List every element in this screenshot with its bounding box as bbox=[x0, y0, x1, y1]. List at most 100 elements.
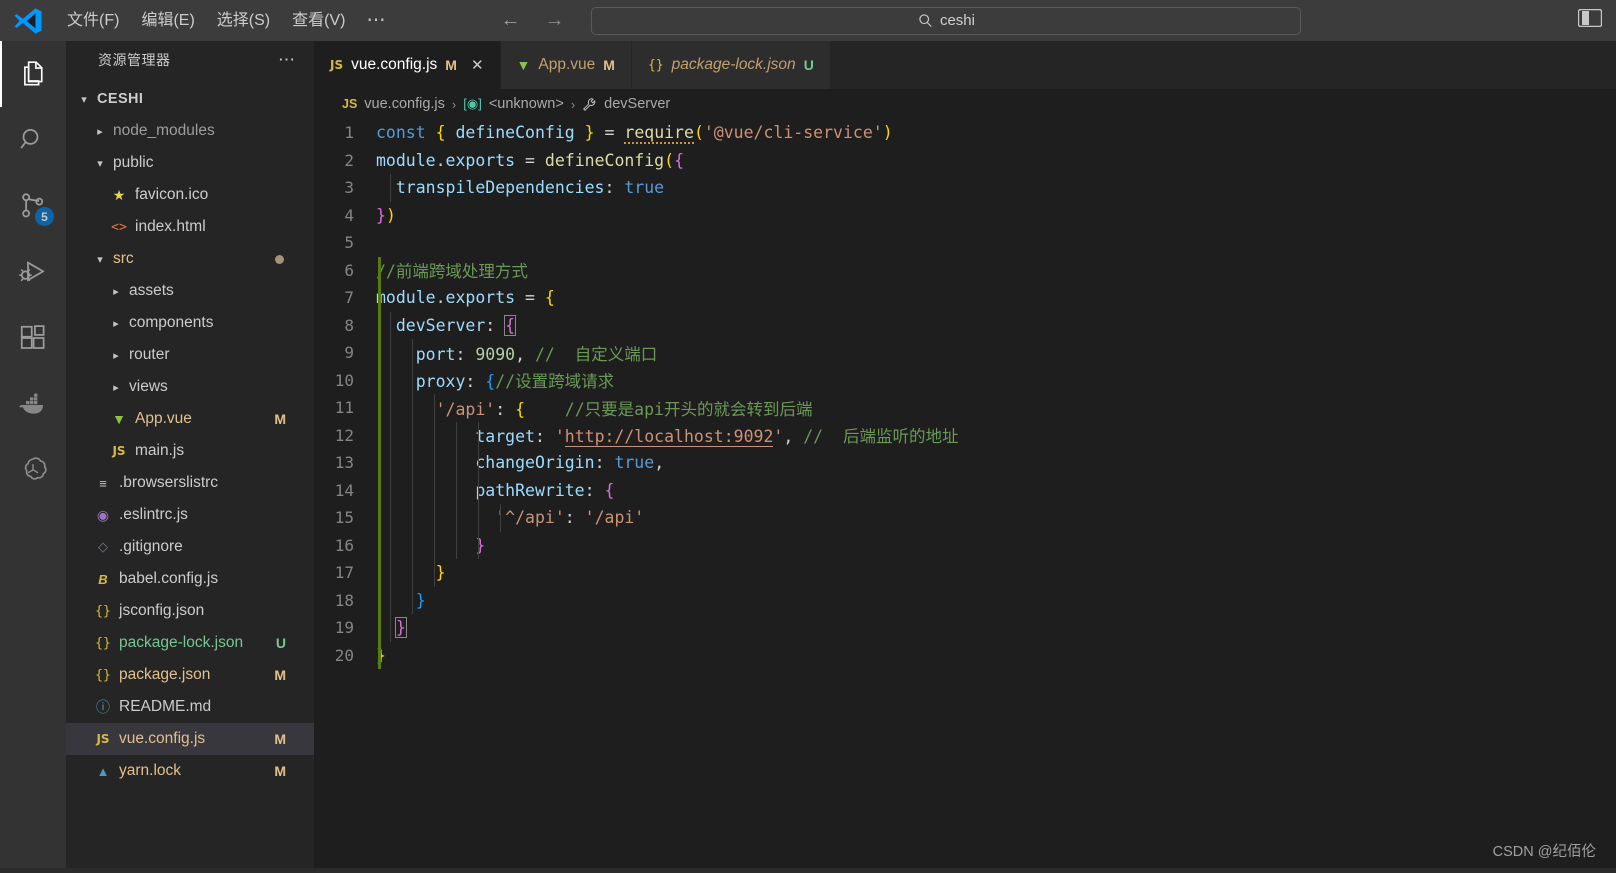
code-line-14: 14 pathRewrite: { bbox=[314, 476, 1616, 504]
code-line-11: 11 '/api': { //只要是api开头的就会转到后端 bbox=[314, 394, 1616, 422]
vscode-logo-icon bbox=[0, 0, 56, 41]
git-status-badge: M bbox=[274, 731, 286, 747]
title-bar: 文件(F) 编辑(E) 选择(S) 查看(V) ⋯ ← → ceshi bbox=[0, 0, 1616, 41]
indent-guide bbox=[390, 476, 391, 504]
arrow-left-icon[interactable]: ← bbox=[499, 9, 521, 32]
editor-group: JS vue.config.js M ✕ ▼ App.vue M {} package-lock… bbox=[314, 41, 1616, 873]
code-text: changeOrigin: true, bbox=[475, 453, 665, 473]
indent-guide bbox=[412, 476, 413, 504]
tree-item-package-lock-json[interactable]: {} package-lock.json U bbox=[66, 627, 314, 659]
code-text: } bbox=[415, 590, 426, 610]
code-line-8: 8 devServer: { bbox=[314, 311, 1616, 339]
tree-item-components[interactable]: ▸ components bbox=[66, 307, 314, 339]
activity-explorer[interactable] bbox=[0, 41, 66, 107]
tree-item-readme-md[interactable]: ⓘ README.md bbox=[66, 691, 314, 723]
tree-item-favicon-ico[interactable]: ★ favicon.ico bbox=[66, 179, 314, 211]
gutter-change-marker bbox=[378, 559, 381, 587]
menu-more-button[interactable]: ⋯ bbox=[356, 11, 397, 30]
menu-file[interactable]: 文件(F) bbox=[56, 7, 130, 35]
tree-item-babel-config-js[interactable]: Bbabel.config.js bbox=[66, 563, 314, 595]
activity-openai[interactable] bbox=[0, 437, 66, 503]
tree-item-label: vue.config.js bbox=[119, 730, 206, 747]
indent-guide bbox=[390, 421, 391, 449]
tree-item-package-json[interactable]: {} package.json M bbox=[66, 659, 314, 691]
activity-search[interactable] bbox=[0, 107, 66, 173]
tree-item-assets[interactable]: ▸ assets bbox=[66, 275, 314, 307]
gutter-change-marker bbox=[378, 504, 381, 532]
watermark: CSDN @纪佰伦 bbox=[1492, 844, 1596, 860]
git-icon: ◇ bbox=[98, 539, 108, 554]
menu-edit[interactable]: 编辑(E) bbox=[130, 7, 205, 35]
search-input[interactable]: ceshi bbox=[591, 6, 1302, 35]
indent-guide bbox=[390, 394, 391, 422]
git-status-badge: M bbox=[274, 411, 286, 427]
chevron-down-icon: ▾ bbox=[97, 253, 103, 266]
code-line-7: 7 module.exports = { bbox=[314, 284, 1616, 312]
breadcrumb-separator: › bbox=[451, 96, 457, 112]
git-status-badge: M bbox=[274, 763, 286, 779]
toggle-panel-icon[interactable] bbox=[1577, 8, 1603, 28]
indent-guide bbox=[478, 531, 479, 559]
tree-item-vue-config-js[interactable]: JS vue.config.js M bbox=[66, 723, 314, 755]
chevron-right-icon: ▸ bbox=[113, 285, 119, 298]
tab-label: package-lock.json bbox=[671, 56, 796, 73]
tree-item-main-js[interactable]: JS main.js bbox=[66, 435, 314, 467]
tree-item-yarn-lock[interactable]: ▲ yarn.lock M bbox=[66, 755, 314, 787]
breadcrumb-scope[interactable]: <unknown> bbox=[489, 96, 564, 112]
code-editor[interactable]: 1 const { defineConfig } = require('@vue/… bbox=[314, 119, 1616, 669]
close-icon[interactable]: ✕ bbox=[471, 56, 484, 74]
tree-item-node-modules[interactable]: ▸ node_modules bbox=[66, 115, 314, 147]
code-line-18: 18 } bbox=[314, 586, 1616, 614]
tab-vue-config-js[interactable]: JS vue.config.js M ✕ bbox=[314, 41, 501, 89]
indent-guide bbox=[412, 366, 413, 394]
html-icon: <> bbox=[111, 219, 127, 235]
indent-guide bbox=[390, 449, 391, 477]
run-debug-icon bbox=[19, 261, 45, 282]
tab-status-badge: M bbox=[445, 57, 457, 73]
line-number: 3 bbox=[344, 178, 354, 198]
tree-item-app-vue[interactable]: ▼ App.vue M bbox=[66, 403, 314, 435]
activity-extensions[interactable] bbox=[0, 305, 66, 371]
tree-item-index-html[interactable]: <> index.html bbox=[66, 211, 314, 243]
tree-item--gitignore[interactable]: ◇ .gitignore bbox=[66, 531, 314, 563]
code-line-17: 17 } bbox=[314, 559, 1616, 587]
indent-guide bbox=[412, 421, 413, 449]
tab-status-badge: M bbox=[603, 57, 615, 73]
tree-root-ceshi[interactable]: ▾ CESHI bbox=[66, 83, 314, 115]
breadcrumb-file[interactable]: vue.config.js bbox=[364, 96, 445, 112]
tree-item-src[interactable]: ▾ src bbox=[66, 243, 314, 275]
tree-item--browserslistrc[interactable]: ≡ .browserslistrc bbox=[66, 467, 314, 499]
line-number: 20 bbox=[334, 645, 354, 665]
code-line-16: 16 } bbox=[314, 531, 1616, 559]
sidebar-more-button[interactable]: ⋯ bbox=[278, 51, 296, 68]
gutter-change-marker bbox=[378, 284, 381, 312]
indent-guide bbox=[434, 421, 435, 449]
code-line-10: 10 proxy: {//设置跨域请求 bbox=[314, 366, 1616, 394]
tab-status-badge: U bbox=[803, 57, 814, 73]
code-text: const { defineConfig } = require('@vue/c… bbox=[376, 123, 893, 145]
code-text: module.exports = { bbox=[376, 288, 555, 308]
tree-item-router[interactable]: ▸ router bbox=[66, 339, 314, 371]
tree-item-views[interactable]: ▸ views bbox=[66, 371, 314, 403]
menu-selection[interactable]: 选择(S) bbox=[206, 7, 281, 35]
indent-guide bbox=[412, 449, 413, 477]
activity-source-control[interactable]: 5 bbox=[0, 173, 66, 239]
code-line-4: 4}) bbox=[314, 202, 1616, 230]
tree-item--eslintrc-js[interactable]: ◉ .eslintrc.js bbox=[66, 499, 314, 531]
tree-item-public[interactable]: ▾ public bbox=[66, 147, 314, 179]
tree-item-label: .gitignore bbox=[119, 538, 183, 555]
tab-package-lock-json[interactable]: {} package-lock.json U bbox=[631, 41, 831, 89]
code-line-2: 2 module.exports = defineConfig({ bbox=[314, 147, 1616, 175]
activity-docker[interactable] bbox=[0, 371, 66, 437]
arrow-right-icon[interactable]: → bbox=[543, 9, 565, 32]
indent-guide bbox=[478, 421, 479, 449]
sidebar-explorer: 资源管理器 ⋯ ▾ CESHI ▸ node_modules ▾ public ★ fav… bbox=[66, 41, 314, 873]
menu-view[interactable]: 查看(V) bbox=[281, 7, 356, 35]
search-icon bbox=[20, 129, 39, 149]
breadcrumb-symbol[interactable]: devServer bbox=[604, 96, 670, 112]
tab-app-vue[interactable]: ▼ App.vue M bbox=[500, 41, 632, 89]
tree-item-label: package-lock.json bbox=[119, 634, 244, 651]
js-icon: JS bbox=[112, 444, 126, 458]
tree-item-jsconfig-json[interactable]: {} jsconfig.json bbox=[66, 595, 314, 627]
activity-run-debug[interactable] bbox=[0, 239, 66, 305]
